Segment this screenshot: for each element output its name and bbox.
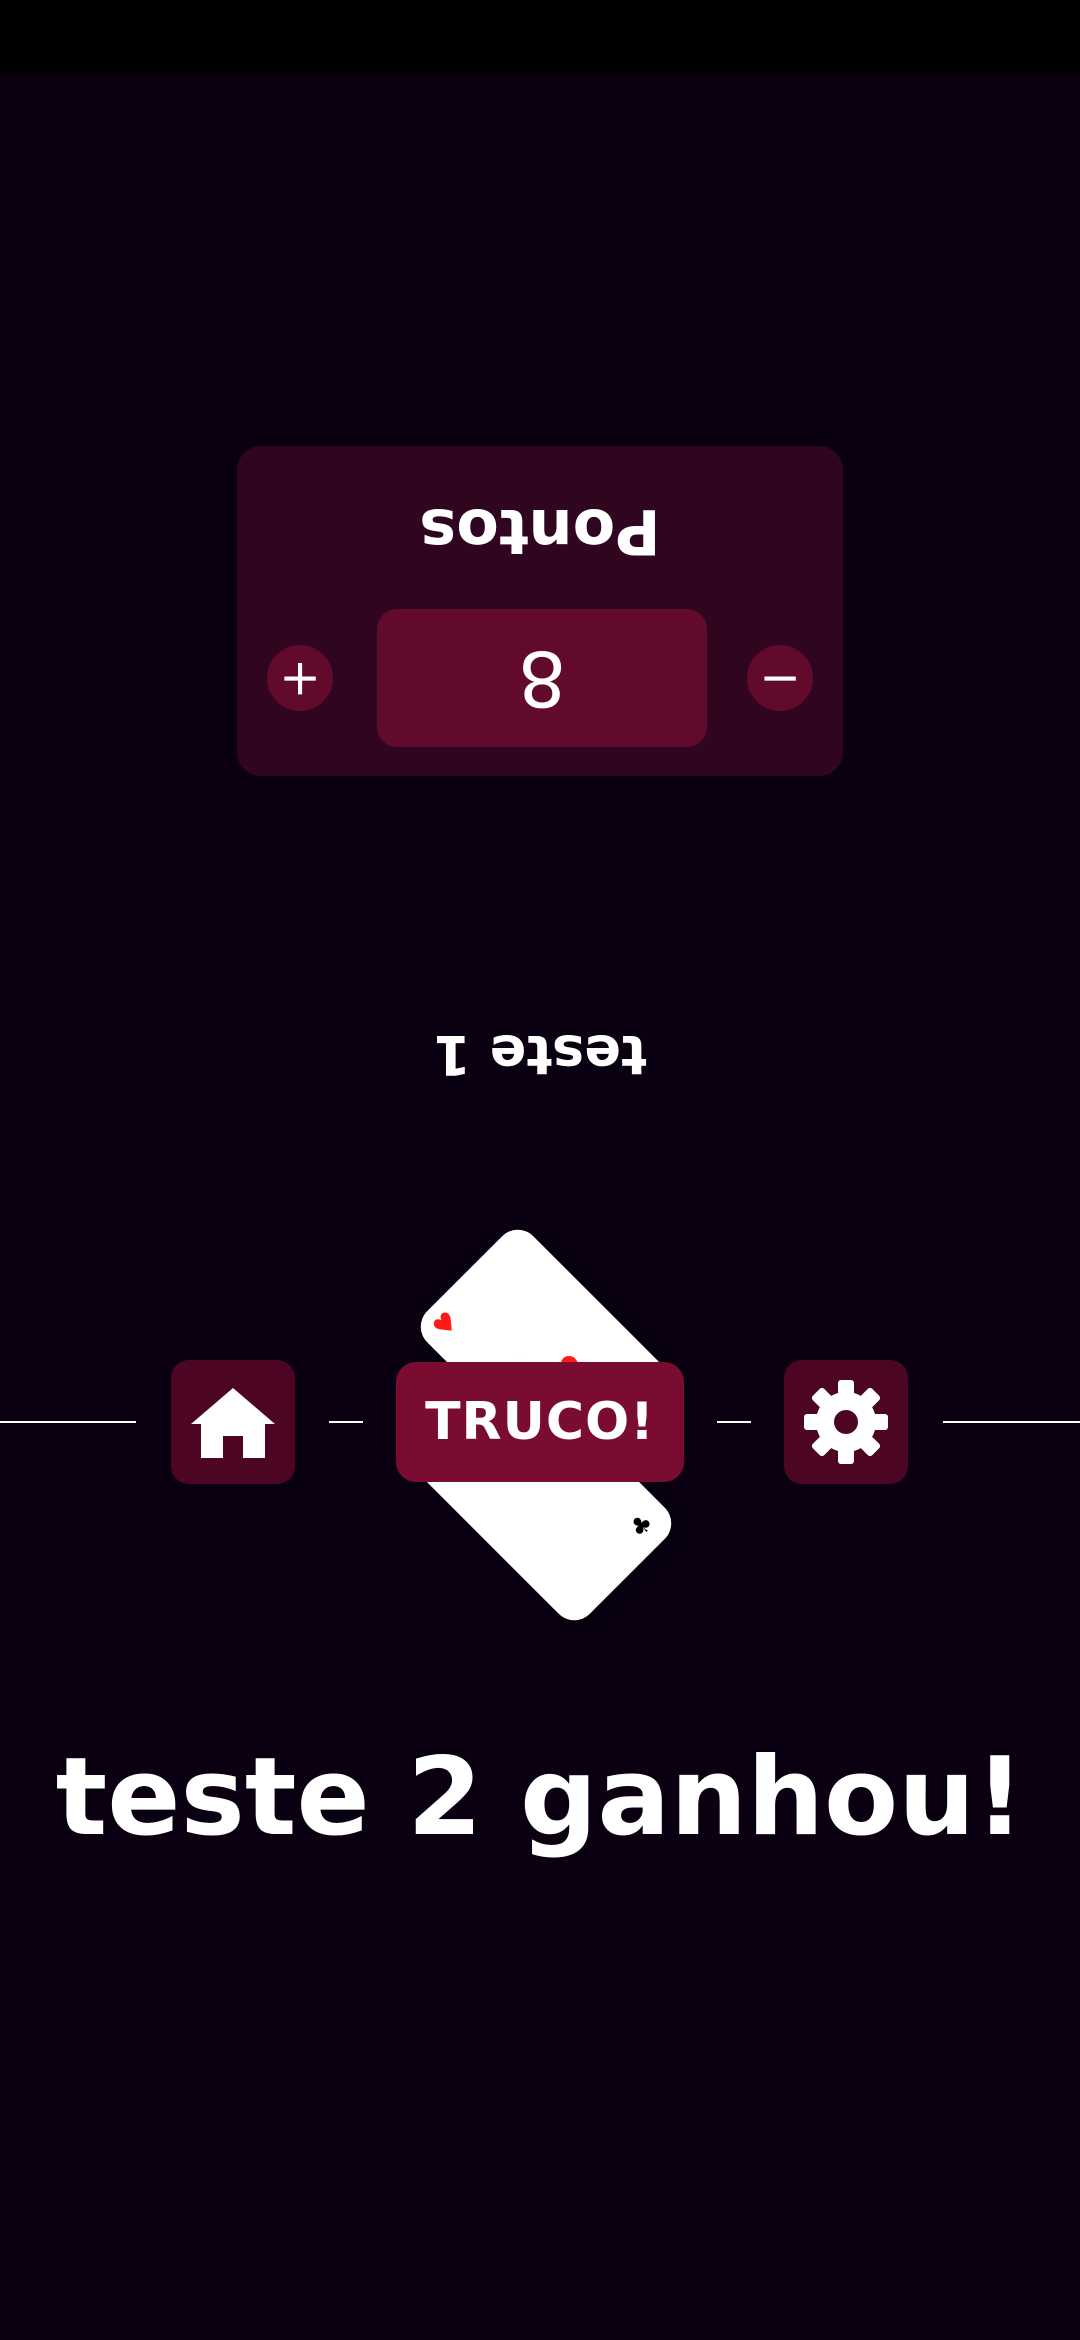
game-screen: teste 1 Pontos − 8 + ♥ ♥ ♣ ♣ TRUCO! [0,0,1080,2340]
score-title: Pontos [419,495,661,568]
divider-right [943,1421,1080,1423]
settings-button[interactable] [784,1360,908,1484]
player-1-area: teste 1 Pontos − 8 + [0,446,1080,1160]
divider-left-inner [329,1421,363,1423]
player-1-name: teste 1 [433,1023,647,1086]
score-value: 8 [377,609,707,747]
truco-button[interactable]: TRUCO! [396,1362,684,1482]
home-button[interactable] [171,1360,295,1484]
winner-message: teste 2 ganhou! [55,1735,1025,1860]
divider-left [0,1421,136,1423]
score-card: Pontos − 8 + [237,446,843,776]
increment-button[interactable]: + [267,645,333,711]
gear-icon [804,1380,888,1464]
decrement-button[interactable]: − [747,645,813,711]
status-bar [0,0,1080,75]
home-icon [191,1388,275,1458]
heart-corner-icon: ♥ [427,1305,465,1344]
club-corner-icon: ♣ [623,1508,659,1544]
divider-right-inner [717,1421,751,1423]
